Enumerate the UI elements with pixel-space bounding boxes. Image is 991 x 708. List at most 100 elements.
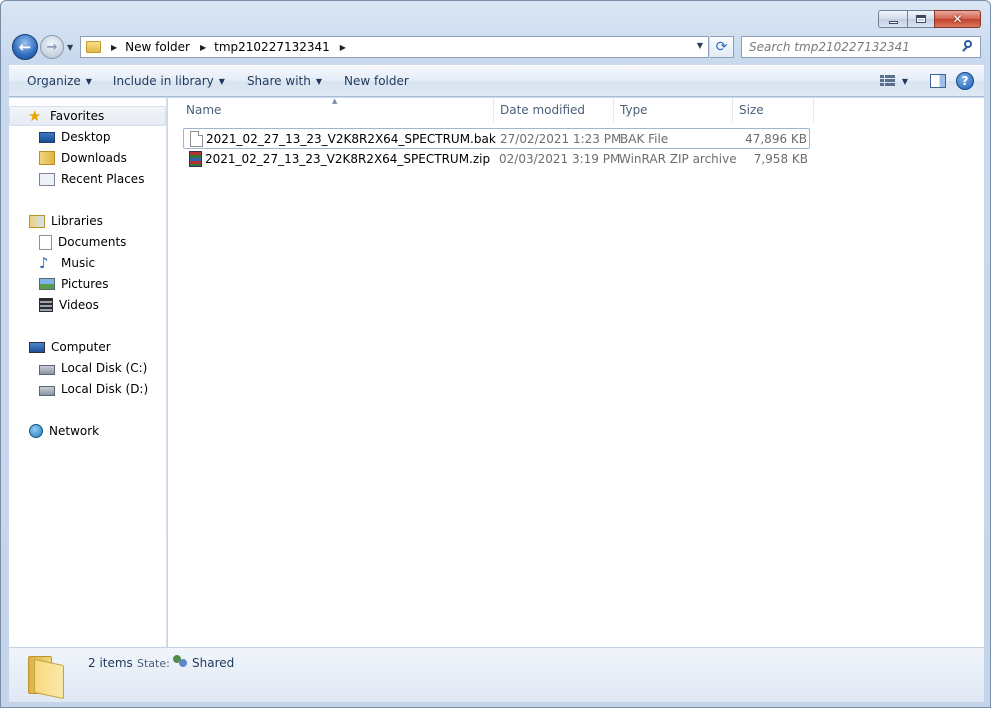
hard-disk-icon — [39, 386, 55, 396]
sidebar-item-label: Network — [49, 424, 100, 438]
file-list: ▲ Name Date modified Type Size 2021_02_2… — [168, 97, 984, 647]
file-name: 2021_02_27_13_23_V2K8R2X64_SPECTRUM.zip — [205, 152, 491, 166]
help-icon[interactable]: ? — [956, 72, 974, 90]
refresh-button[interactable]: ⟳ — [710, 36, 734, 58]
arrow-right-icon: → — [46, 39, 58, 55]
new-folder-label: New folder — [344, 74, 409, 88]
file-size: 47,896 KB — [745, 132, 807, 146]
sidebar-item-music[interactable]: ♪ Music — [9, 253, 95, 273]
sidebar-item-local-disk-d[interactable]: Local Disk (D:) — [9, 379, 148, 399]
file-date: 02/03/2021 3:19 PM — [499, 152, 621, 166]
column-type[interactable]: Type — [614, 98, 733, 122]
arrow-left-icon: ← — [18, 38, 32, 56]
sidebar-item-label: Videos — [59, 298, 99, 312]
file-row[interactable]: 2021_02_27_13_23_V2K8R2X64_SPECTRUM.bak … — [183, 128, 810, 149]
hard-disk-icon — [39, 365, 55, 375]
folder-icon — [28, 656, 66, 700]
new-folder-button[interactable]: New folder — [335, 66, 418, 96]
chevron-down-icon: ▼ — [85, 76, 92, 86]
sidebar-item-network[interactable]: Network — [9, 421, 99, 441]
sidebar-item-label: Downloads — [61, 151, 127, 165]
file-name: 2021_02_27_13_23_V2K8R2X64_SPECTRUM.bak — [206, 132, 496, 146]
sidebar-item-label: Local Disk (D:) — [61, 382, 149, 396]
chevron-down-icon[interactable]: ▼ — [902, 77, 908, 86]
sidebar-item-label: Computer — [51, 340, 111, 354]
state-value: Shared — [192, 656, 235, 670]
file-type: BAK File — [620, 132, 669, 146]
sidebar-item-label: Favorites — [50, 109, 105, 123]
column-size[interactable]: Size — [733, 98, 814, 122]
sidebar-item-computer[interactable]: Computer — [9, 337, 111, 357]
close-button[interactable]: ✕ — [934, 10, 981, 28]
network-icon — [29, 424, 43, 438]
winrar-archive-icon — [189, 151, 202, 167]
documents-icon — [39, 234, 52, 250]
navigation-pane: ★ Favorites Desktop Downloads Recent Pla… — [9, 98, 167, 647]
videos-icon — [39, 298, 53, 312]
caption-buttons: ✕ — [878, 10, 981, 28]
back-button[interactable]: ← — [12, 34, 38, 60]
libraries-icon — [29, 214, 45, 228]
recent-places-icon — [39, 172, 55, 186]
maximize-icon — [916, 15, 926, 23]
organize-label: Organize — [27, 74, 81, 88]
desktop-icon — [39, 131, 55, 143]
minimize-icon — [888, 20, 898, 24]
chevron-right-icon[interactable]: ▶ — [340, 43, 346, 52]
details-view-icon[interactable] — [879, 75, 896, 87]
file-type: WinRAR ZIP archive — [619, 152, 737, 166]
state-label: State: — [137, 657, 170, 670]
preview-pane-icon[interactable] — [930, 74, 946, 88]
address-history-dropdown[interactable]: ▼ — [697, 41, 703, 50]
include-in-library-label: Include in library — [112, 74, 214, 88]
sidebar-item-local-disk-c[interactable]: Local Disk (C:) — [9, 358, 147, 378]
sidebar-item-favorites[interactable]: ★ Favorites — [9, 106, 166, 126]
sidebar-item-label: Local Disk (C:) — [61, 361, 148, 375]
sidebar-item-label: Desktop — [61, 130, 111, 144]
breadcrumb-new-folder[interactable]: New folder — [125, 40, 190, 54]
sidebar-item-label: Music — [61, 256, 96, 270]
file-row[interactable]: 2021_02_27_13_23_V2K8R2X64_SPECTRUM.zip … — [183, 149, 810, 170]
sidebar-item-videos[interactable]: Videos — [9, 295, 99, 315]
explorer-window: ✕ ← → ▼ ▶ New folder ▶ tmp210227132341 ▶… — [0, 0, 991, 708]
refresh-icon: ⟳ — [715, 39, 728, 55]
view-controls: ▼ ? — [879, 72, 974, 90]
shared-users-icon — [173, 655, 188, 669]
item-count: 2 items — [88, 656, 133, 670]
file-date: 27/02/2021 1:23 PM — [500, 132, 622, 146]
column-date-modified[interactable]: Date modified — [494, 98, 614, 122]
downloads-icon — [39, 151, 55, 165]
search-input[interactable]: Search tmp210227132341 — [749, 40, 960, 54]
address-bar[interactable]: ▶ New folder ▶ tmp210227132341 ▶ ▼ — [80, 36, 709, 58]
minimize-button[interactable] — [878, 10, 907, 28]
sidebar-item-documents[interactable]: Documents — [9, 232, 126, 252]
sidebar-item-label: Libraries — [51, 214, 103, 228]
chevron-down-icon: ▼ — [315, 76, 322, 86]
sidebar-item-pictures[interactable]: Pictures — [9, 274, 109, 294]
search-box[interactable]: Search tmp210227132341 — [741, 36, 981, 58]
document-icon — [190, 131, 203, 147]
sidebar-item-recent-places[interactable]: Recent Places — [9, 169, 144, 189]
close-icon: ✕ — [952, 12, 963, 26]
sidebar-item-libraries[interactable]: Libraries — [9, 211, 103, 231]
search-icon[interactable] — [960, 38, 978, 56]
share-with-label: Share with — [246, 74, 311, 88]
music-icon: ♪ — [39, 254, 49, 272]
share-with-button[interactable]: Share with ▼ — [238, 66, 331, 96]
column-name[interactable]: Name — [180, 98, 494, 122]
recent-pages-dropdown[interactable]: ▼ — [67, 43, 73, 52]
sidebar-item-desktop[interactable]: Desktop — [9, 127, 111, 147]
pictures-icon — [39, 278, 55, 290]
breadcrumb-current-folder[interactable]: tmp210227132341 — [214, 40, 330, 54]
maximize-button[interactable] — [907, 10, 934, 28]
column-date-label: Date modified — [500, 103, 586, 117]
details-pane: 2 items State: Shared — [9, 647, 984, 702]
forward-button[interactable]: → — [40, 35, 64, 59]
sidebar-item-downloads[interactable]: Downloads — [9, 148, 127, 168]
folder-icon — [86, 41, 101, 53]
organize-button[interactable]: Organize ▼ — [18, 66, 101, 96]
include-in-library-button[interactable]: Include in library ▼ — [104, 66, 234, 96]
command-bar: Organize ▼ Include in library ▼ Share with… — [9, 65, 984, 97]
chevron-right-icon[interactable]: ▶ — [200, 43, 206, 52]
chevron-right-icon[interactable]: ▶ — [111, 43, 117, 52]
